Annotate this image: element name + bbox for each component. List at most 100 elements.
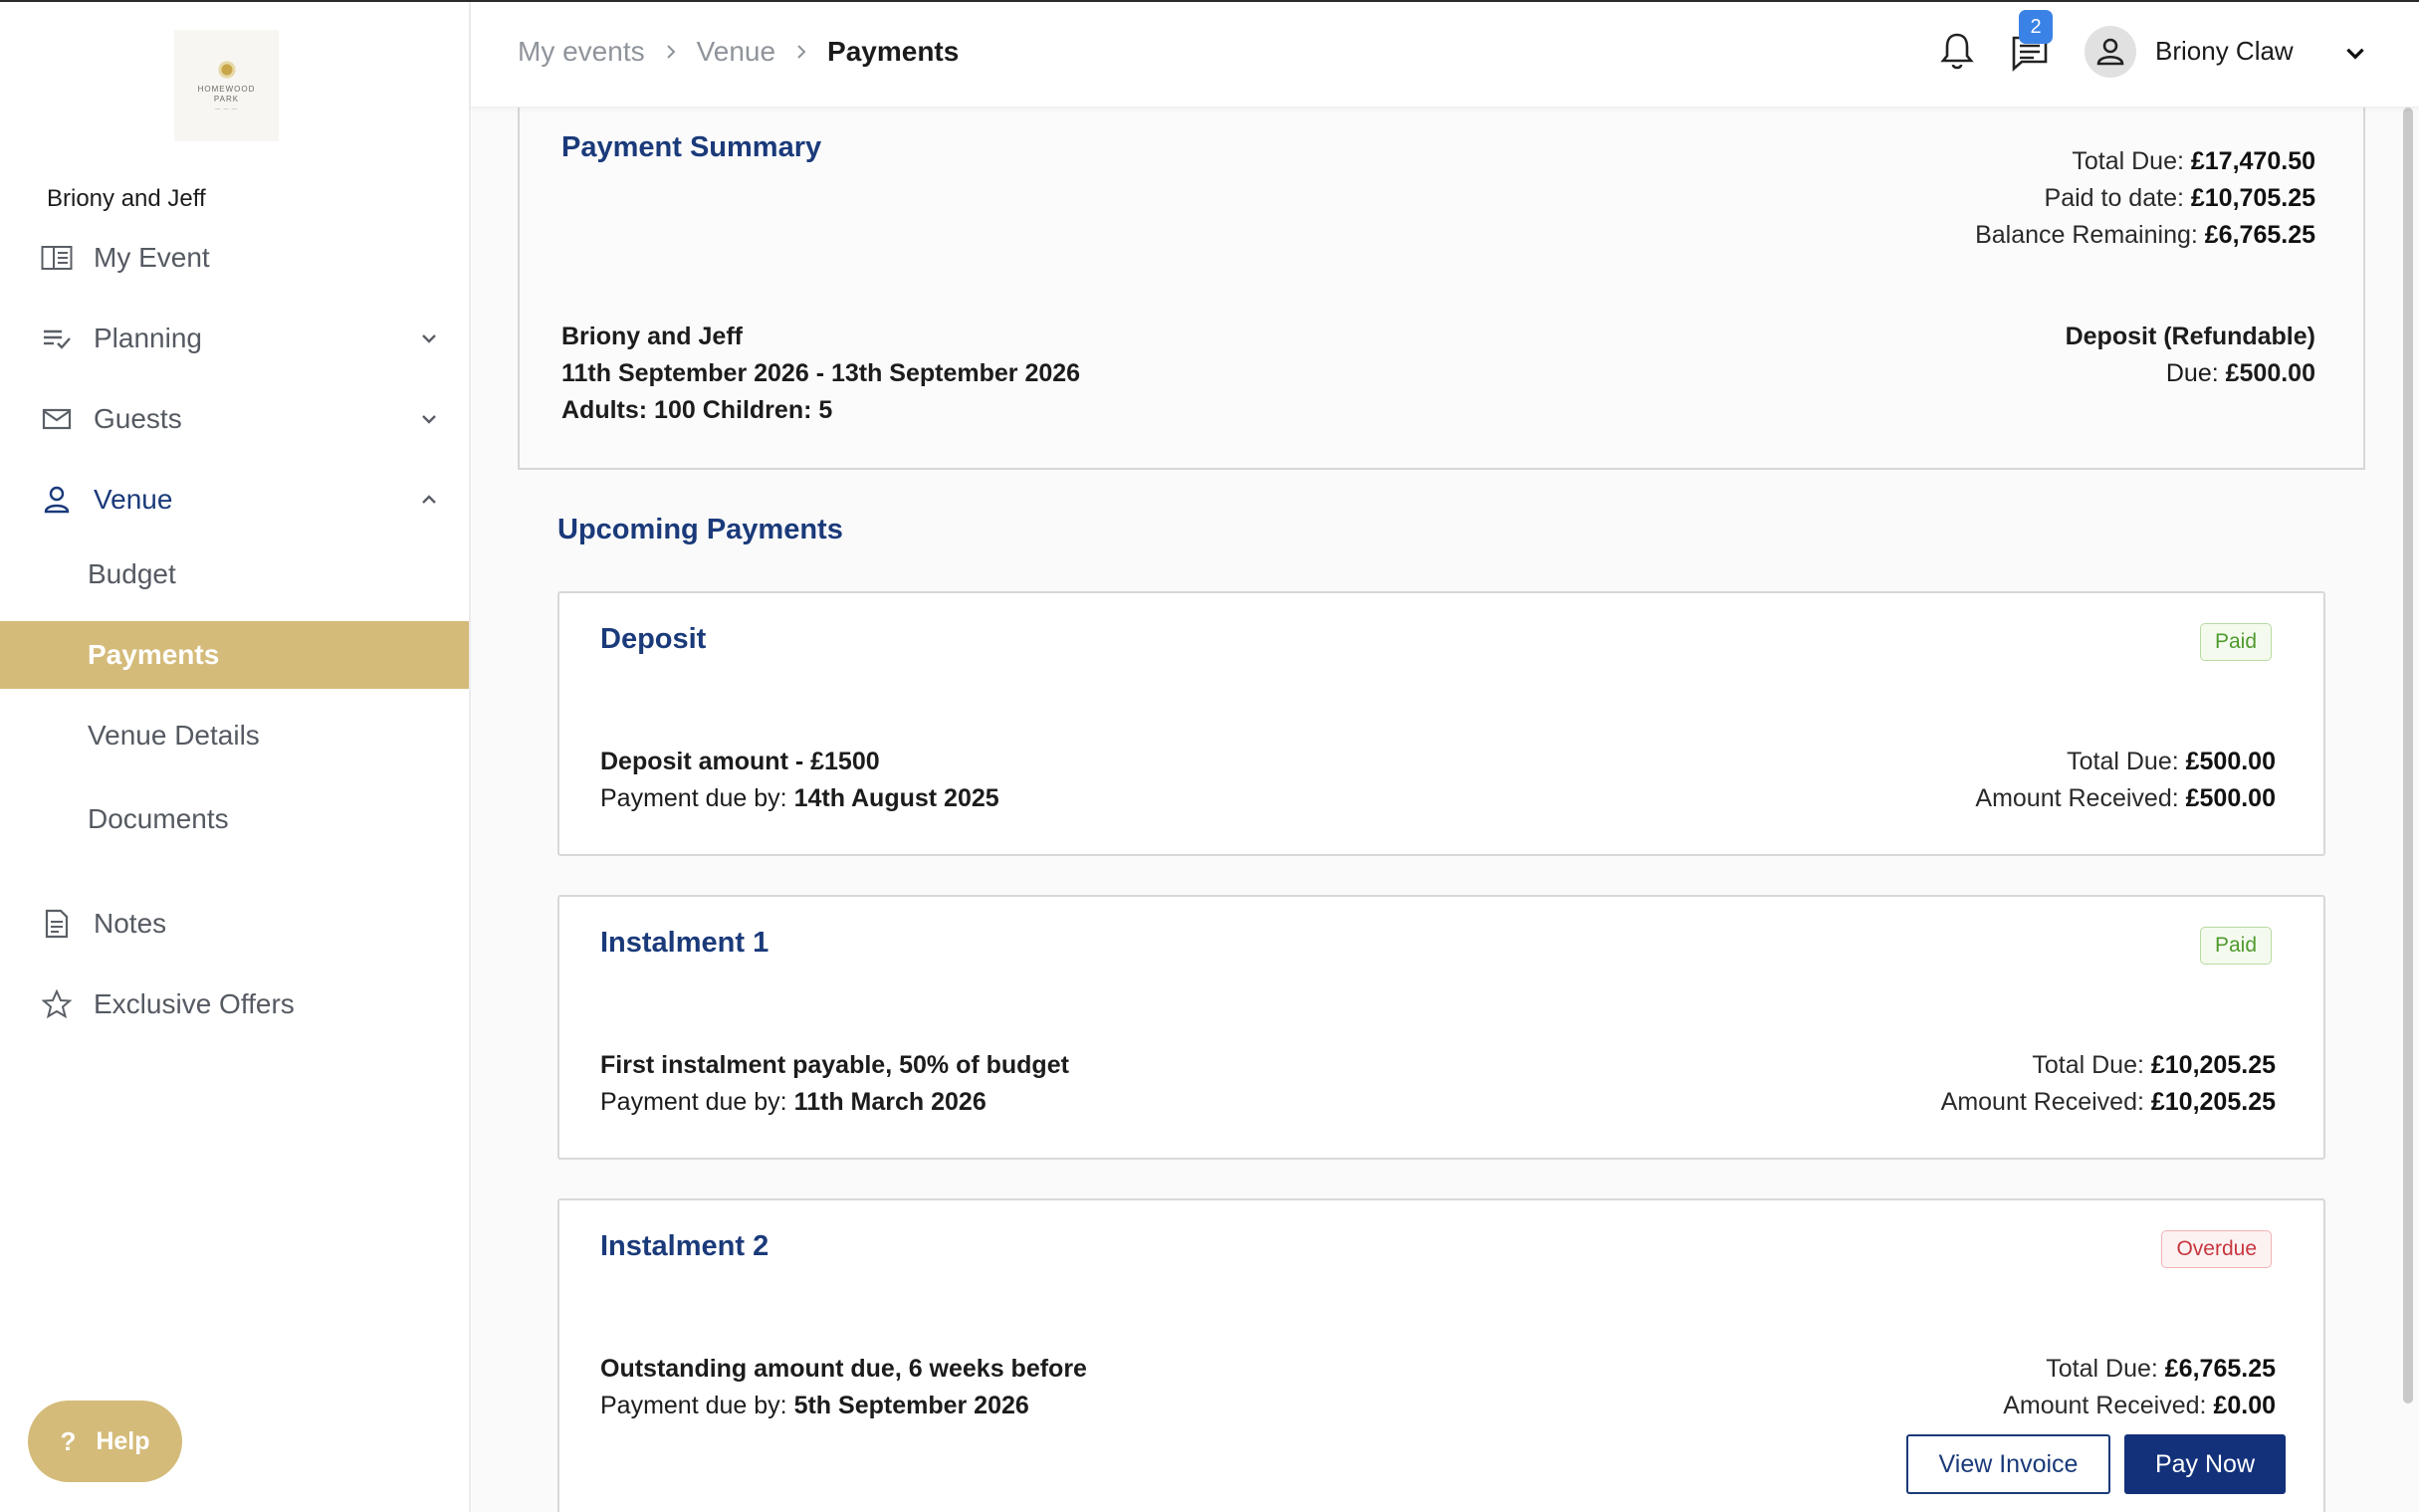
summary-event-name: Briony and Jeff: [561, 323, 743, 350]
status-badge: Paid: [2199, 623, 2272, 661]
view-invoice-button[interactable]: View Invoice: [1906, 1434, 2110, 1494]
breadcrumb-current: Payments: [827, 36, 960, 67]
checklist-icon: [40, 322, 74, 355]
document-icon: [40, 907, 74, 941]
amount-received-value: £500.00: [2185, 784, 2276, 812]
payment-description-text: First instalment payable, 50% of budget: [600, 1051, 1069, 1079]
total-due-label: Total Due:: [2072, 147, 2184, 175]
help-button[interactable]: ? Help: [28, 1401, 182, 1482]
mail-icon: [40, 402, 74, 436]
breadcrumb-venue[interactable]: Venue: [697, 36, 775, 68]
sidebar-item-documents[interactable]: Documents: [0, 785, 469, 853]
logo-line2: PARK: [213, 95, 240, 104]
sidebar-item-label: Planning: [94, 323, 202, 353]
balance-remaining-label: Balance Remaining:: [1975, 221, 2198, 249]
payment-description: Outstanding amount due, 6 weeks before P…: [600, 1351, 1087, 1424]
avatar[interactable]: [2085, 26, 2136, 78]
total-due-value: £500.00: [2185, 748, 2276, 775]
amount-received-label: Amount Received:: [1975, 784, 2179, 812]
total-due-label: Total Due:: [2067, 748, 2179, 775]
user-name[interactable]: Briony Claw: [2155, 36, 2294, 67]
sidebar-item-label: Notes: [94, 908, 167, 939]
due-by-label: Payment due by:: [600, 1392, 787, 1419]
chevron-up-icon[interactable]: [417, 488, 441, 512]
sidebar-event-name: Briony and Jeff: [47, 185, 206, 212]
chevron-down-icon[interactable]: [417, 407, 441, 431]
total-due-label: Total Due:: [2032, 1051, 2144, 1079]
window-top-border: [0, 0, 2419, 2]
status-badge: Paid: [2199, 927, 2272, 965]
logo-line1: HOMEWOOD: [197, 85, 256, 94]
sidebar-item-guests[interactable]: Guests: [0, 386, 469, 452]
sidebar-item-planning[interactable]: Planning: [0, 306, 469, 371]
sidebar-item-exclusive-offers[interactable]: Exclusive Offers: [0, 972, 469, 1037]
payment-amounts: Total Due: £6,765.25 Amount Received: £0…: [2003, 1351, 2276, 1424]
amount-received-label: Amount Received:: [2003, 1392, 2207, 1419]
user-icon: [2096, 38, 2124, 66]
payment-summary-title: Payment Summary: [561, 131, 822, 163]
payment-amounts: Total Due: £500.00 Amount Received: £500…: [1975, 744, 2276, 817]
chevron-down-icon[interactable]: [417, 326, 441, 350]
due-date: 14th August 2025: [793, 784, 999, 812]
total-due-label: Total Due:: [2046, 1355, 2158, 1383]
sidebar-item-label: My Event: [94, 242, 210, 273]
sidebar-item-label: Venue: [94, 484, 173, 515]
summary-event-details: Briony and Jeff 11th September 2026 - 13…: [561, 319, 1080, 429]
venue-logo[interactable]: HOMEWOOD PARK — — —: [174, 30, 279, 141]
sidebar-item-budget[interactable]: Budget: [0, 540, 469, 608]
amount-received-label: Amount Received:: [1940, 1088, 2144, 1116]
sidebar-item-venue[interactable]: Venue: [0, 467, 469, 533]
due-by-label: Payment due by:: [600, 784, 787, 812]
payment-amounts: Total Due: £10,205.25 Amount Received: £…: [1941, 1047, 2276, 1121]
due-date: 11th March 2026: [793, 1088, 987, 1116]
sidebar-item-venue-details[interactable]: Venue Details: [0, 702, 469, 769]
summary-guest-count: Adults: 100 Children: 5: [561, 396, 833, 424]
payment-card-title: Deposit: [600, 623, 707, 655]
total-due-value: £17,470.50: [2190, 147, 2315, 175]
sidebar-item-label: Guests: [94, 403, 182, 434]
total-due-value: £6,765.25: [2164, 1355, 2276, 1383]
breadcrumb: My events Venue Payments: [518, 36, 959, 68]
chevron-down-icon[interactable]: [2342, 40, 2368, 66]
payment-card-instalment-2: Instalment 2 Overdue Outstanding amount …: [557, 1198, 2325, 1512]
payment-summary-card: Payment Summary Total Due: £17,470.50 Pa…: [518, 100, 2365, 470]
chevron-right-icon: [666, 45, 676, 59]
payment-description-text: Outstanding amount due, 6 weeks before: [600, 1355, 1087, 1383]
payment-description-text: Deposit amount - £1500: [600, 748, 880, 775]
payment-card-title: Instalment 2: [600, 1230, 770, 1262]
book-icon: [40, 241, 74, 275]
chevron-right-icon: [797, 45, 806, 59]
amount-received-value: £10,205.25: [2150, 1088, 2276, 1116]
due-by-label: Payment due by:: [600, 1088, 787, 1116]
payment-card-title: Instalment 1: [600, 927, 770, 959]
deposit-due-value: £500.00: [2225, 359, 2315, 387]
summary-deposit: Deposit (Refundable) Due: £500.00: [2066, 319, 2315, 392]
sidebar-item-my-event[interactable]: My Event: [0, 225, 469, 291]
sidebar-item-label: Exclusive Offers: [94, 988, 295, 1019]
sidebar-item-notes[interactable]: Notes: [0, 891, 469, 957]
logo-tagline-mark: — — —: [215, 107, 238, 112]
due-date: 5th September 2026: [793, 1392, 1029, 1419]
balance-remaining-value: £6,765.25: [2204, 221, 2315, 249]
upcoming-payments-title: Upcoming Payments: [557, 514, 843, 545]
sidebar-item-payments[interactable]: Payments: [0, 621, 469, 689]
total-due-value: £10,205.25: [2150, 1051, 2276, 1079]
amount-received-value: £0.00: [2213, 1392, 2276, 1419]
deposit-due-label: Due:: [2165, 359, 2219, 387]
status-badge: Overdue: [2161, 1230, 2272, 1268]
sidebar: HOMEWOOD PARK — — — Briony and Jeff My E…: [0, 0, 471, 1512]
breadcrumb-my-events[interactable]: My events: [518, 36, 645, 68]
paid-to-date-value: £10,705.25: [2190, 184, 2315, 212]
deposit-title: Deposit (Refundable): [2065, 323, 2315, 350]
pay-now-button[interactable]: Pay Now: [2124, 1434, 2286, 1494]
vertical-scrollbar[interactable]: [2403, 108, 2413, 1404]
payment-description: Deposit amount - £1500 Payment due by: 1…: [600, 744, 999, 817]
question-mark-icon: ?: [60, 1425, 77, 1456]
bell-icon[interactable]: [1937, 30, 1977, 74]
person-icon: [40, 483, 74, 517]
summary-totals: Total Due: £17,470.50 Paid to date: £10,…: [1975, 143, 2315, 254]
summary-event-dates: 11th September 2026 - 13th September 202…: [561, 359, 1081, 387]
payment-card-instalment-1: Instalment 1 Paid First instalment payab…: [557, 895, 2325, 1160]
sun-logo-icon: [215, 59, 238, 81]
payment-card-deposit: Deposit Paid Deposit amount - £1500 Paym…: [557, 591, 2325, 856]
